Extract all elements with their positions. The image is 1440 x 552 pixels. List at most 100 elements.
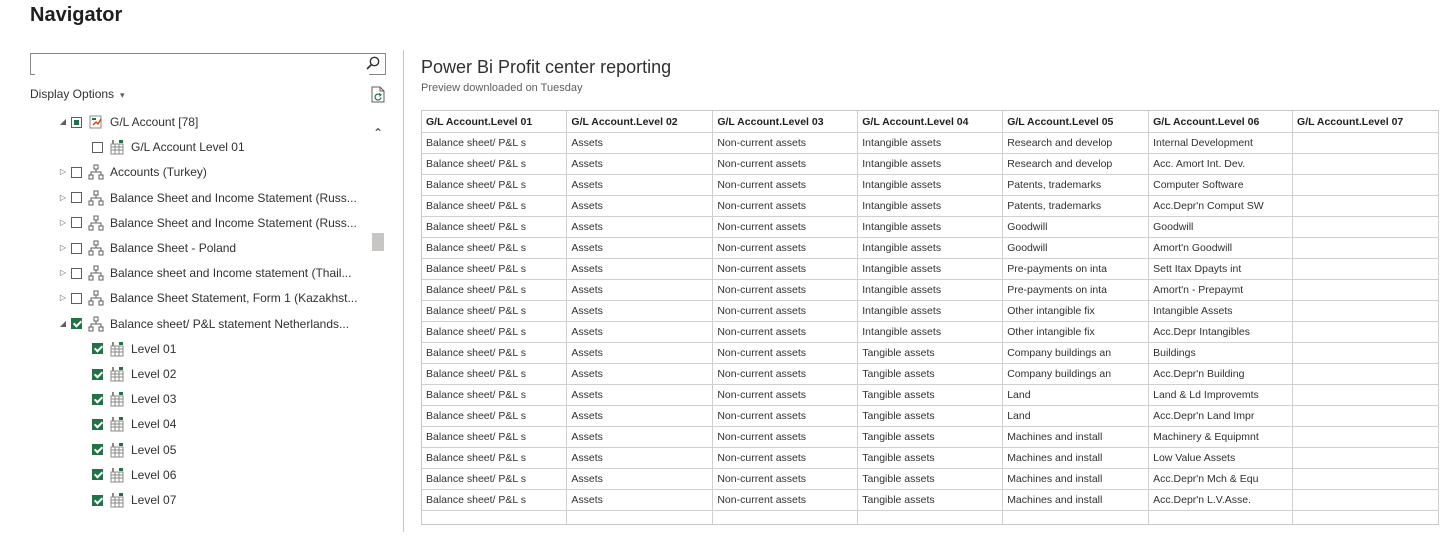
tree-item[interactable]: ▷ Balance Sheet - Poland [58, 236, 236, 260]
tree-item-checkbox[interactable] [71, 116, 82, 128]
tree-item[interactable]: ◢ Balance sheet/ P&L statement Netherland… [58, 312, 349, 336]
hierarchy-icon [88, 190, 104, 206]
tree-item[interactable]: Level 01 [92, 337, 176, 361]
table-cell: Research and develop [1002, 153, 1150, 175]
tree-item[interactable]: Level 03 [92, 387, 176, 411]
pane-divider[interactable] [403, 50, 404, 532]
collapse-arrow-icon[interactable]: ◢ [58, 312, 68, 336]
table-cell: Non-current assets [712, 300, 859, 322]
tree-item[interactable]: G/L Account Level 01 [92, 135, 245, 159]
tree-item[interactable]: Level 06 [92, 463, 176, 487]
table-cell: Buildings [1148, 342, 1294, 364]
table-cell: Acc.Depr'n Land Impr [1148, 405, 1294, 427]
table-cell: Balance sheet/ P&L s [422, 279, 568, 301]
table-cell: Non-current assets [712, 258, 859, 280]
tree-item[interactable]: ▷ Balance Sheet and Income Statement (Rus… [58, 186, 357, 210]
table-cell: Other intangible fix [1002, 321, 1150, 343]
preview-table-container[interactable]: G/L Account.Level 01 G/L Account.Level 02… [421, 110, 1439, 524]
table-cell: Assets [566, 132, 714, 154]
tree-item-label: Level 07 [131, 493, 177, 507]
scrollbar-thumb[interactable] [372, 233, 384, 251]
tree-item-checkbox[interactable] [92, 368, 103, 380]
table-cell [857, 510, 1004, 524]
tree-item[interactable]: Level 02 [92, 362, 176, 386]
expand-arrow-icon[interactable]: ▷ [58, 211, 68, 235]
column-header[interactable]: G/L Account.Level 06 [1148, 111, 1294, 133]
table-cell: Non-current assets [712, 132, 859, 154]
tree-item-checkbox[interactable] [71, 217, 82, 229]
expand-arrow-icon[interactable]: ▷ [58, 236, 68, 260]
table-icon [110, 442, 124, 458]
expand-arrow-icon[interactable]: ▷ [58, 186, 68, 210]
display-options-dropdown[interactable]: Display Options ▾ [30, 87, 125, 101]
tree-item[interactable]: ▷ Accounts (Turkey) [58, 160, 207, 184]
tree-item[interactable]: Level 05 [92, 438, 176, 462]
tree-item[interactable]: ▷ Balance Sheet and Income Statement (Rus… [58, 211, 357, 235]
expand-arrow-icon[interactable]: ▷ [58, 160, 68, 184]
table-cell [1292, 174, 1439, 196]
tree-item-checkbox[interactable] [71, 192, 82, 204]
table-row: Balance sheet/ P&L s Assets Non-current as… [422, 195, 1439, 217]
tree-item-label: Accounts (Turkey) [110, 165, 207, 180]
tree-item-checkbox[interactable] [92, 469, 103, 481]
tree-item-checkbox[interactable] [92, 393, 103, 405]
table-cell: Non-current assets [712, 174, 859, 196]
column-header[interactable]: G/L Account.Level 07 [1292, 111, 1439, 133]
expand-arrow-icon[interactable]: ▷ [58, 261, 68, 285]
table-icon [110, 341, 124, 357]
table-cell [1292, 258, 1439, 280]
column-header[interactable]: G/L Account.Level 03 [712, 111, 859, 133]
tree-item-checkbox[interactable] [71, 242, 82, 254]
search-input[interactable] [35, 55, 369, 75]
table-cell: Intangible assets [857, 237, 1004, 259]
search-icon[interactable] [365, 55, 381, 71]
tree-item-label: Level 03 [131, 392, 177, 407]
table-cell: Balance sheet/ P&L s [422, 216, 568, 238]
tree-item[interactable]: ▷ Balance Sheet Statement, Form 1 (Kazakh… [58, 286, 357, 310]
column-header[interactable]: G/L Account.Level 04 [857, 111, 1004, 133]
table-cell: Machines and install [1002, 468, 1150, 490]
collapse-arrow-icon[interactable]: ◢ [58, 110, 68, 134]
refresh-icon[interactable] [370, 86, 386, 103]
table-cell: Other intangible fix [1002, 300, 1150, 322]
table-cell: Balance sheet/ P&L s [422, 258, 568, 280]
table-cell: Amort'n - Prepaymt [1148, 279, 1294, 301]
table-cell [1292, 426, 1439, 448]
table-cell: Balance sheet/ P&L s [422, 342, 568, 364]
tree-item-checkbox[interactable] [71, 292, 82, 304]
table-cell: Pre-payments on inta [1002, 279, 1150, 301]
navigator-tree: ◢ G/L Account [78] G/L Account Level 01 ▷ Ac… [30, 110, 370, 530]
chevron-down-icon: ▾ [120, 90, 125, 100]
tree-item[interactable]: Level 04 [92, 412, 176, 436]
table-cell: Non-current assets [712, 195, 859, 217]
search-box[interactable] [30, 53, 386, 75]
table-cell: Assets [566, 279, 714, 301]
chevron-up-icon[interactable]: ⌃ [373, 126, 383, 140]
tree-item-checkbox[interactable] [92, 418, 103, 430]
table-cell: Acc.Depr Intangibles [1148, 321, 1294, 343]
tree-item[interactable]: Level 07 [92, 488, 176, 512]
tree-item-checkbox[interactable] [92, 343, 103, 355]
column-header[interactable]: G/L Account.Level 02 [566, 111, 714, 133]
column-header[interactable]: G/L Account.Level 05 [1002, 111, 1150, 133]
tree-item-checkbox[interactable] [92, 141, 103, 153]
table-cell: Assets [566, 447, 714, 469]
table-row: Balance sheet/ P&L s Assets Non-current as… [422, 468, 1439, 490]
table-cell: Balance sheet/ P&L s [422, 132, 568, 154]
table-cell: Intangible assets [857, 300, 1004, 322]
table-cell: Balance sheet/ P&L s [422, 237, 568, 259]
expand-arrow-icon[interactable]: ▷ [58, 286, 68, 310]
tree-scrollbar[interactable]: ⌃ [370, 120, 386, 530]
tree-item-checkbox[interactable] [71, 166, 82, 178]
table-cell: Non-current assets [712, 405, 859, 427]
column-header[interactable]: G/L Account.Level 01 [422, 111, 568, 133]
table-row: Balance sheet/ P&L s Assets Non-current as… [422, 405, 1439, 427]
tree-item[interactable]: ▷ Balance sheet and Income statement (Tha… [58, 261, 351, 285]
tree-item-checkbox[interactable] [92, 444, 103, 456]
table-cell [1292, 489, 1439, 511]
tree-item-checkbox[interactable] [92, 494, 103, 506]
table-cell: Acc.Depr'n L.V.Asse. [1148, 489, 1294, 511]
tree-item-checkbox[interactable] [71, 267, 82, 279]
tree-item-checkbox[interactable] [71, 318, 82, 330]
tree-item[interactable]: ◢ G/L Account [78] [58, 110, 198, 134]
